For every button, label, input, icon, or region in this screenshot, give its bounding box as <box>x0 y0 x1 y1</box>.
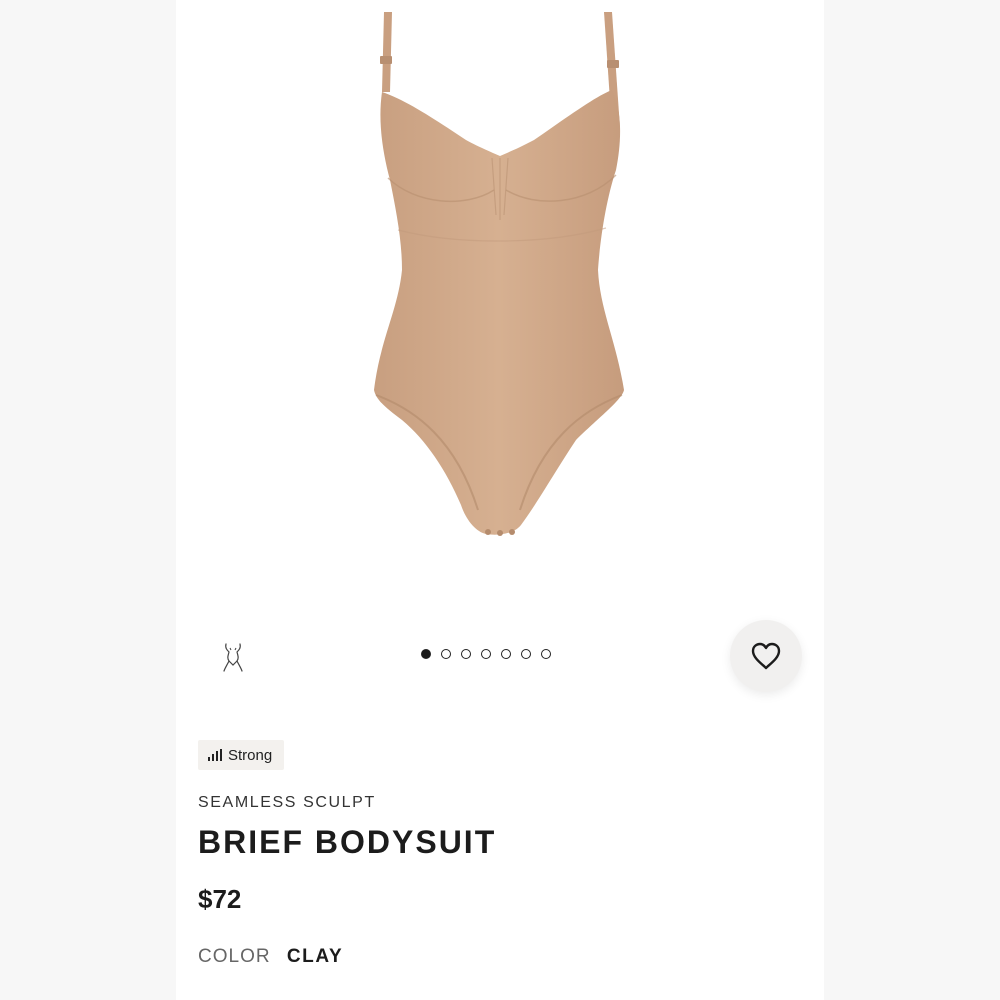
wishlist-button[interactable] <box>730 620 802 692</box>
color-value: CLAY <box>286 946 344 967</box>
signal-bars-icon <box>208 749 222 761</box>
product-price: $72 <box>198 884 242 914</box>
carousel-dot[interactable] <box>521 649 531 659</box>
compression-badge: Strong <box>198 740 285 770</box>
product-image[interactable] <box>176 0 824 600</box>
product-detail-screen: Strong SEAMLESS SCULPT BRIEF BODYSUIT $7… <box>176 0 824 1000</box>
heart-outline-icon <box>751 642 781 670</box>
product-title: BRIEF BODYSUIT <box>198 824 497 860</box>
image-carousel-dots <box>421 649 551 659</box>
collection-name: SEAMLESS SCULPT <box>198 794 376 811</box>
color-label: COLOR <box>198 946 271 967</box>
carousel-dot[interactable] <box>461 649 471 659</box>
compression-label: Strong <box>228 746 273 764</box>
carousel-dot[interactable] <box>501 649 511 659</box>
fit-guide-button[interactable] <box>216 640 250 674</box>
bodysuit-illustration <box>374 12 624 536</box>
carousel-dot[interactable] <box>441 649 451 659</box>
carousel-dot[interactable] <box>421 649 431 659</box>
color-selection: COLOR CLAY <box>198 946 343 968</box>
carousel-dot[interactable] <box>541 649 551 659</box>
body-silhouette-icon <box>223 643 243 672</box>
carousel-dot[interactable] <box>481 649 491 659</box>
